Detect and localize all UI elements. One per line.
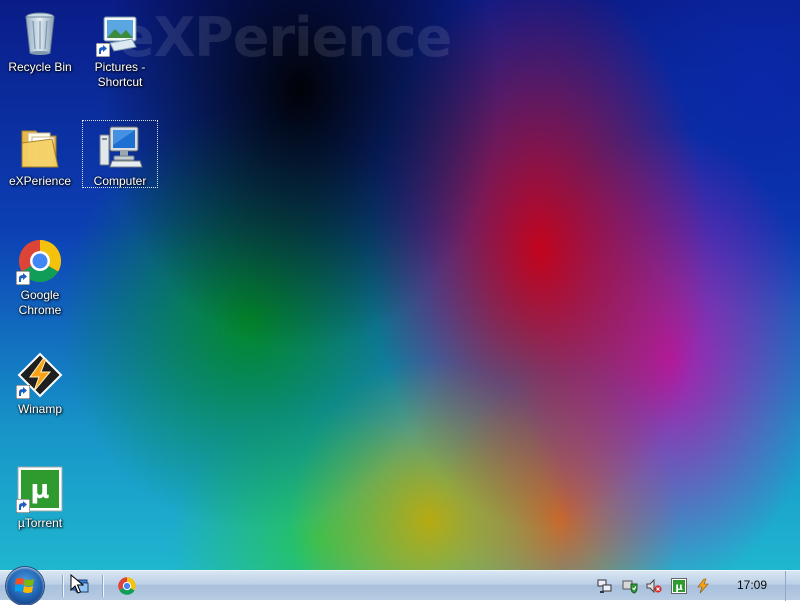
wallpaper-watermark: eXPerience — [118, 6, 452, 69]
pictures-shortcut-desktop-icon[interactable]: Pictures - Shortcut — [82, 6, 158, 91]
winamp-icon — [16, 351, 64, 399]
winamp-agent-icon[interactable] — [695, 578, 711, 594]
chrome-icon — [16, 237, 64, 285]
shortcut-arrow-icon — [16, 271, 30, 285]
pictures-shortcut-label: Pictures - Shortcut — [94, 60, 146, 89]
pictures-folder-icon — [96, 9, 144, 57]
winamp-label: Winamp — [17, 402, 62, 416]
utorrent-tray-icon[interactable]: µ — [671, 578, 687, 594]
utorrent-desktop-icon[interactable]: µ µTorrent — [2, 462, 78, 532]
computer-icon — [96, 123, 144, 171]
shortcut-arrow-icon — [16, 499, 30, 513]
start-button[interactable] — [6, 567, 44, 605]
utorrent-label: µTorrent — [17, 516, 63, 530]
experience-folder-label: eXPerience — [8, 174, 72, 188]
taskbar-separator — [62, 575, 63, 597]
google-chrome-desktop-icon[interactable]: Google Chrome — [2, 234, 78, 319]
volume-muted-icon[interactable] — [646, 578, 662, 594]
utorrent-icon: µ — [16, 465, 64, 513]
recycle-bin-label: Recycle Bin — [8, 60, 72, 74]
winamp-desktop-icon[interactable]: Winamp — [2, 348, 78, 418]
network-icon[interactable] — [597, 578, 613, 594]
svg-text:µ: µ — [675, 582, 683, 593]
recycle-bin-icon — [16, 9, 64, 57]
chrome-taskbar-icon[interactable] — [117, 576, 137, 596]
recycle-bin-desktop-icon[interactable]: Recycle Bin — [2, 6, 78, 76]
experience-folder-desktop-icon[interactable]: eXPerience — [2, 120, 78, 190]
computer-desktop-icon[interactable]: Computer — [82, 120, 158, 188]
svg-text:µ: µ — [30, 475, 49, 505]
show-desktop-button[interactable] — [785, 571, 800, 601]
shortcut-arrow-icon — [16, 385, 30, 399]
folder-icon — [16, 123, 64, 171]
desktop[interactable]: eXPerience Recycle Bin Pictures - Shortc… — [0, 0, 800, 570]
mouse-cursor-icon — [70, 574, 84, 594]
computer-label: Computer — [93, 174, 147, 188]
google-chrome-label: Google Chrome — [18, 288, 62, 317]
system-clock[interactable]: 17:09 — [737, 578, 767, 592]
shortcut-arrow-icon — [96, 43, 110, 57]
taskbar-separator — [102, 575, 103, 597]
windows-logo-icon — [15, 578, 34, 593]
taskbar: µ 17:09 — [0, 567, 800, 605]
security-shield-icon[interactable] — [622, 578, 638, 594]
